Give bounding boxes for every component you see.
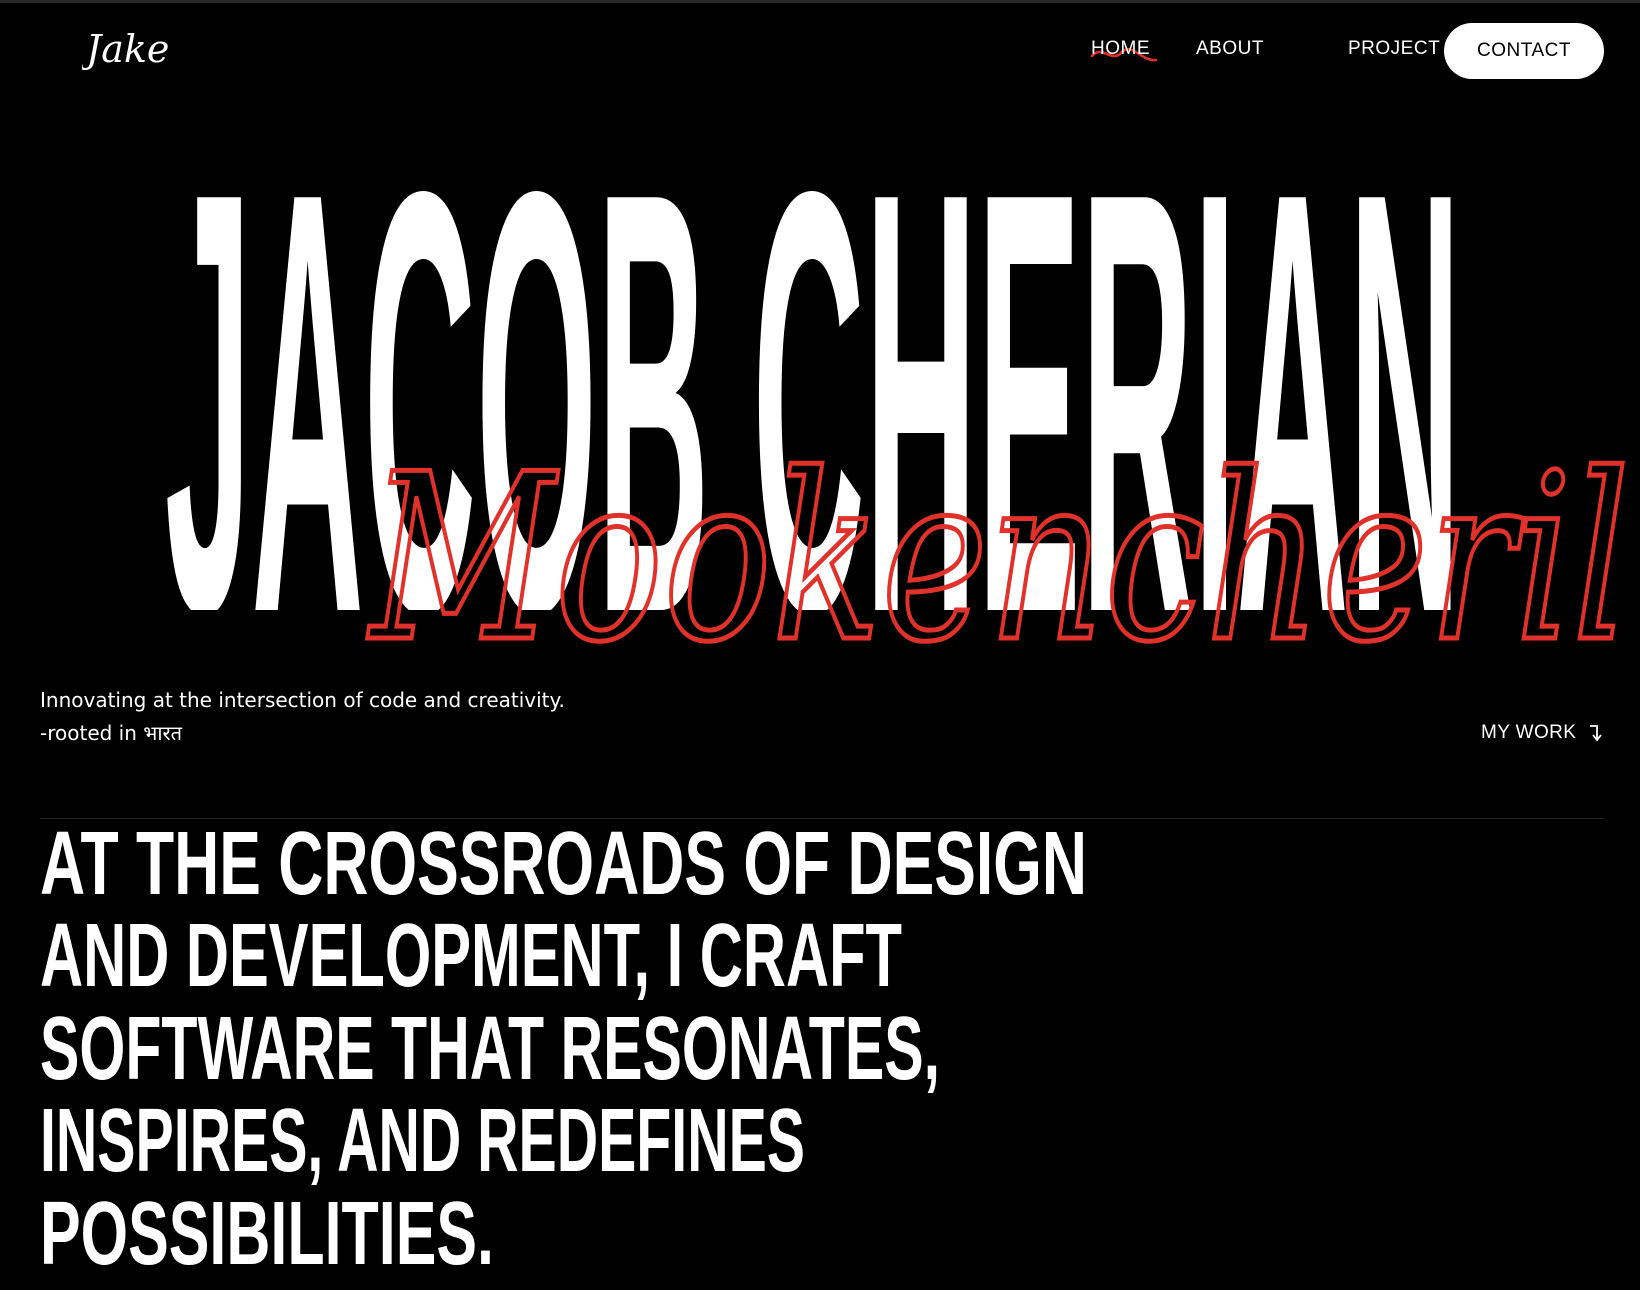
my-work-link[interactable]: MY WORK bbox=[1481, 722, 1603, 744]
nav-about[interactable]: ABOUT bbox=[1196, 38, 1264, 60]
svg-text:Mookencheril: Mookencheril bbox=[367, 448, 1630, 693]
statement-line-2: AND DEVELOPMENT, I CRAFT bbox=[40, 906, 902, 1006]
hero-script-name: Mookencheril bbox=[364, 448, 1632, 696]
logo[interactable]: Jake. bbox=[82, 14, 172, 86]
my-work-label: MY WORK bbox=[1481, 722, 1577, 743]
nav-project[interactable]: PROJECT bbox=[1348, 38, 1440, 60]
tagline-line-2: -rooted in भारत bbox=[40, 721, 183, 745]
contact-button[interactable]: CONTACT bbox=[1444, 23, 1604, 79]
contact-button-label: CONTACT bbox=[1477, 40, 1571, 61]
statement-line-1: AT THE CROSSROADS OF DESIGN bbox=[40, 824, 1087, 914]
section-divider bbox=[40, 818, 1603, 819]
statement-heading: AT THE CROSSROADS OF DESIGN AND DEVELOPM… bbox=[40, 824, 1087, 1284]
tagline: Innovating at the intersection of code a… bbox=[40, 684, 565, 750]
tagline-line-1: Innovating at the intersection of code a… bbox=[40, 688, 565, 712]
top-border bbox=[0, 0, 1640, 3]
statement-line-5: POSSIBILITIES. bbox=[40, 1184, 494, 1284]
statement-line-4: INSPIRES, AND REDEFINES bbox=[40, 1091, 805, 1191]
statement-line-3: SOFTWARE THAT RESONATES, bbox=[40, 999, 940, 1099]
arrow-down-turn-icon bbox=[1590, 725, 1603, 742]
nav-home[interactable]: HOME bbox=[1091, 38, 1150, 60]
svg-text:Jake.: Jake. bbox=[82, 27, 172, 71]
